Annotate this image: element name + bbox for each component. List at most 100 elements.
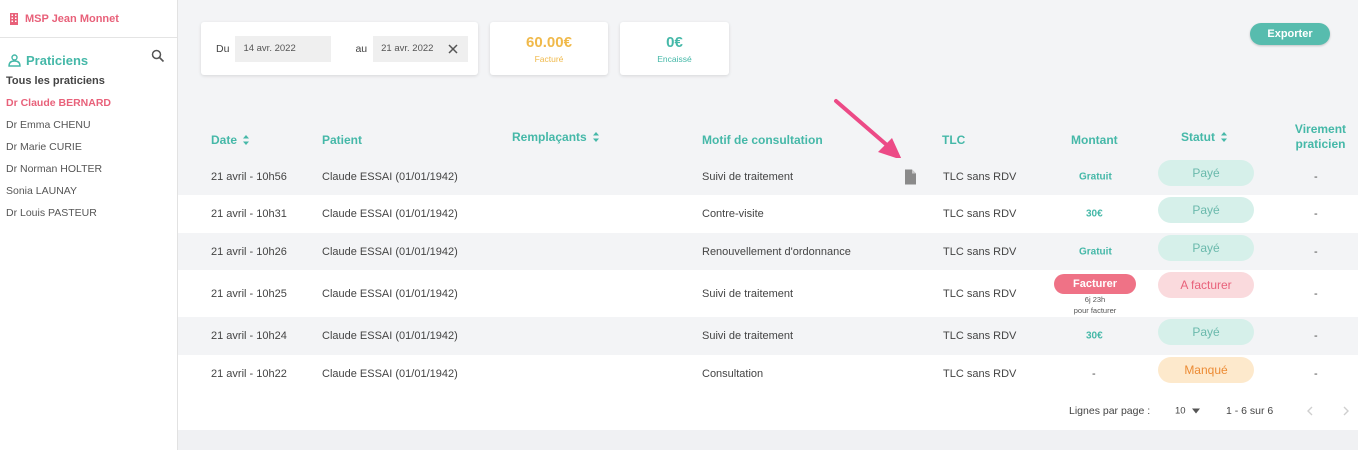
table-header: Date Patient Remplaçants Motif de consul… <box>178 122 1358 158</box>
bill-countdown: 6j 23h <box>1084 295 1106 304</box>
from-label: Du <box>216 42 230 55</box>
row-reason: Suivi de traitement <box>702 330 794 342</box>
col-status[interactable]: Statut <box>1181 119 1228 155</box>
cashed-stat: 0€ Encaissé <box>620 22 729 75</box>
row-tlc: TLC sans RDV <box>943 245 1017 258</box>
to-date-field[interactable]: 21 avr. 2022 <box>373 35 469 62</box>
export-button[interactable]: Exporter <box>1250 23 1330 45</box>
col-reason-label: Motif de consultation <box>702 133 823 147</box>
content-bottom <box>178 430 1358 450</box>
billed-stat: 60.00€ Facturé <box>490 22 608 75</box>
table-row[interactable]: 21 avril - 10h31 Claude ESSAI (01/01/194… <box>178 195 1358 233</box>
rows-per-page-select[interactable]: 10 <box>1175 406 1200 417</box>
status-badge: Payé <box>1158 235 1254 261</box>
row-amount: 30€ <box>1086 208 1103 220</box>
table-row[interactable]: 21 avril - 10h24 Claude ESSAI (01/01/194… <box>178 317 1358 355</box>
date-filter: Du 14 avr. 2022 au 21 avr. 2022 <box>201 22 478 75</box>
pagination: Lignes par page : 10 1 - 6 sur 6 <box>178 392 1358 430</box>
col-patient-label: Patient <box>322 133 363 147</box>
billed-value: 60.00€ <box>526 34 572 51</box>
row-date: 21 avril - 10h25 <box>211 287 287 300</box>
section-title: Praticiens <box>26 52 89 68</box>
row-date: 21 avril - 10h31 <box>211 208 287 220</box>
status-badge: Payé <box>1158 160 1254 186</box>
to-date-value: 21 avr. 2022 <box>381 42 434 54</box>
sidebar-item-louis-pasteur[interactable]: Dr Louis PASTEUR <box>6 202 177 224</box>
cashed-label: Encaissé <box>657 54 692 64</box>
row-amount: 30€ <box>1086 330 1103 342</box>
status-badge: Manqué <box>1158 357 1254 383</box>
document-icon[interactable] <box>904 169 916 184</box>
col-tlc-label: TLC <box>942 133 966 147</box>
sort-icon[interactable] <box>592 131 600 143</box>
rows-per-page-value: 10 <box>1175 405 1186 417</box>
sidebar-item-all[interactable]: Tous les praticiens <box>6 70 177 92</box>
row-reason: Suivi de traitement <box>702 170 794 183</box>
cashed-value: 0€ <box>666 34 683 51</box>
caret-down-icon <box>1191 408 1200 414</box>
from-date-field[interactable]: 14 avr. 2022 <box>235 35 332 62</box>
col-date-label: Date <box>211 133 238 147</box>
col-patient: Patient <box>322 122 362 158</box>
status-badge: A facturer <box>1158 272 1254 298</box>
table-row[interactable]: 21 avril - 10h22 Claude ESSAI (01/01/194… <box>178 355 1358 392</box>
row-amount: Gratuit <box>1079 171 1112 182</box>
row-reason: Consultation <box>702 367 764 380</box>
row-transfer: - <box>1314 170 1318 183</box>
col-transfer-label-2: praticien <box>1295 137 1346 151</box>
bill-countdown-note: pour facturer <box>1073 306 1117 315</box>
user-icon <box>8 53 21 67</box>
to-label: au <box>355 42 368 55</box>
row-patient[interactable]: Claude ESSAI (01/01/1942) <box>322 330 458 342</box>
row-patient[interactable]: Claude ESSAI (01/01/1942) <box>322 171 458 183</box>
row-date: 21 avril - 10h26 <box>211 245 287 258</box>
building-icon <box>10 12 18 25</box>
row-amount: Gratuit <box>1079 246 1112 257</box>
bill-button[interactable]: Facturer <box>1054 274 1136 294</box>
col-replacements-label: Remplaçants <box>512 130 587 144</box>
col-date[interactable]: Date <box>211 122 250 158</box>
col-reason: Motif de consultation <box>702 122 823 158</box>
col-status-label: Statut <box>1181 130 1215 144</box>
sidebar-item-claude-bernard[interactable]: Dr Claude BERNARD <box>6 92 177 114</box>
sidebar-item-sonia-launay[interactable]: Sonia LAUNAY <box>6 180 177 202</box>
row-transfer: - <box>1314 245 1318 258</box>
col-transfer-label-1: Virement <box>1294 122 1347 136</box>
sidebar-item-norman-holter[interactable]: Dr Norman HOLTER <box>6 158 177 180</box>
sort-icon[interactable] <box>1220 131 1228 143</box>
page-range: 1 - 6 sur 6 <box>1226 405 1274 417</box>
org-header[interactable]: MSP Jean Monnet <box>0 0 177 38</box>
row-patient[interactable]: Claude ESSAI (01/01/1942) <box>322 368 458 380</box>
org-name: MSP Jean Monnet <box>25 12 119 25</box>
row-tlc: TLC sans RDV <box>943 208 1017 220</box>
row-patient[interactable]: Claude ESSAI (01/01/1942) <box>322 246 458 258</box>
row-patient[interactable]: Claude ESSAI (01/01/1942) <box>322 208 458 220</box>
col-amount-label: Montant <box>1071 133 1118 147</box>
row-transfer: - <box>1314 208 1318 220</box>
sidebar-item-emma-chenu[interactable]: Dr Emma CHENU <box>6 114 177 136</box>
sort-icon[interactable] <box>242 134 250 146</box>
bill-action: Facturer 6j 23h pour facturer <box>1054 274 1136 316</box>
row-date: 21 avril - 10h22 <box>211 367 287 380</box>
close-icon[interactable] <box>448 43 458 54</box>
table-row[interactable]: 21 avril - 10h56 Claude ESSAI (01/01/194… <box>178 158 1358 195</box>
row-reason: Suivi de traitement <box>702 287 794 300</box>
table-row[interactable]: 21 avril - 10h26 Claude ESSAI (01/01/194… <box>178 233 1358 270</box>
praticiens-header: Praticiens <box>0 38 177 68</box>
col-transfer: Virement praticien <box>1283 116 1358 158</box>
sidebar-item-marie-curie[interactable]: Dr Marie CURIE <box>6 136 177 158</box>
row-patient[interactable]: Claude ESSAI (01/01/1942) <box>322 288 458 300</box>
col-replacements[interactable]: Remplaçants <box>512 119 600 155</box>
table-row[interactable]: 21 avril - 10h25 Claude ESSAI (01/01/194… <box>178 270 1358 317</box>
row-reason: Renouvellement d'ordonnance <box>702 245 851 258</box>
row-tlc: TLC sans RDV <box>943 367 1017 380</box>
chevron-right-icon[interactable] <box>1343 406 1349 416</box>
search-icon[interactable] <box>151 49 165 63</box>
col-tlc: TLC <box>942 122 965 158</box>
praticien-list: Tous les praticiens Dr Claude BERNARD Dr… <box>0 70 177 224</box>
row-amount: - <box>1092 367 1096 380</box>
status-badge: Payé <box>1158 197 1254 223</box>
row-tlc: TLC sans RDV <box>943 287 1017 300</box>
status-badge: Payé <box>1158 319 1254 345</box>
chevron-left-icon[interactable] <box>1307 406 1313 416</box>
